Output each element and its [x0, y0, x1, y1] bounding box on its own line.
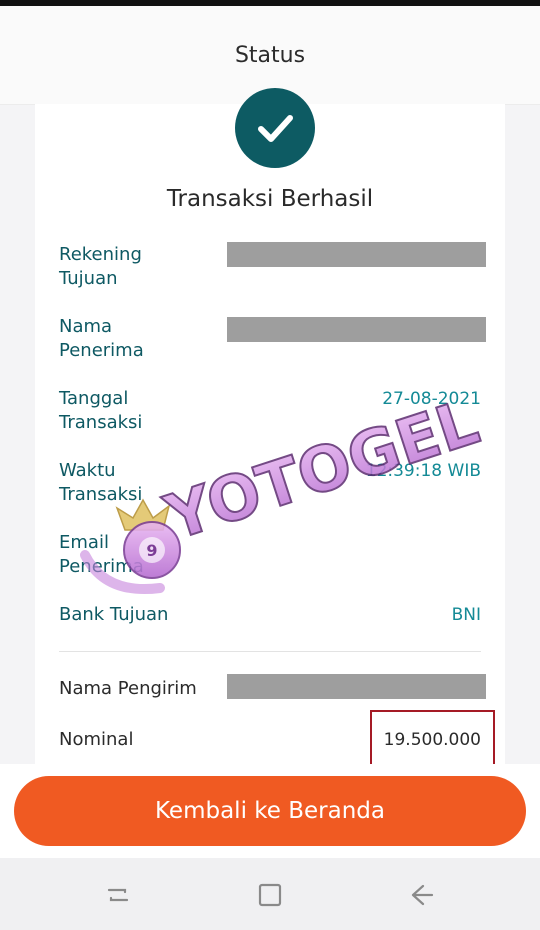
back-to-home-button[interactable]: Kembali ke Beranda — [14, 776, 526, 846]
check-icon — [235, 88, 315, 168]
label-nominal: Nominal — [59, 729, 134, 750]
redacted-nama-penerima — [227, 317, 486, 342]
back-icon[interactable] — [401, 878, 441, 912]
home-icon[interactable] — [250, 878, 290, 912]
value-waktu-transaksi: 12:39:18 WIB — [365, 461, 481, 481]
value-tanggal-transaksi: 27-08-2021 — [382, 389, 481, 409]
label-tanggal-transaksi: Tanggal Transaksi — [59, 388, 143, 433]
label-rekening-tujuan: Rekening Tujuan — [59, 244, 142, 289]
status-title: Transaksi Berhasil — [166, 186, 374, 212]
redacted-nama-pengirim — [227, 674, 486, 699]
label-bank-tujuan: Bank Tujuan — [59, 604, 169, 625]
divider — [59, 651, 481, 652]
label-nama-pengirim: Nama Pengirim — [59, 678, 197, 699]
label-nama-penerima: Nama Penerima — [59, 316, 144, 361]
label-waktu-transaksi: Waktu Transaksi — [59, 460, 143, 505]
system-nav-bar — [0, 858, 540, 930]
value-nominal: 19.500.000 — [383, 730, 481, 750]
value-bank-tujuan: BNI — [451, 605, 481, 625]
redacted-rekening-tujuan — [227, 242, 486, 267]
label-email-penerima: Email Penerima — [59, 532, 144, 577]
page-title: Status — [234, 42, 306, 68]
recent-apps-icon[interactable] — [98, 878, 138, 912]
